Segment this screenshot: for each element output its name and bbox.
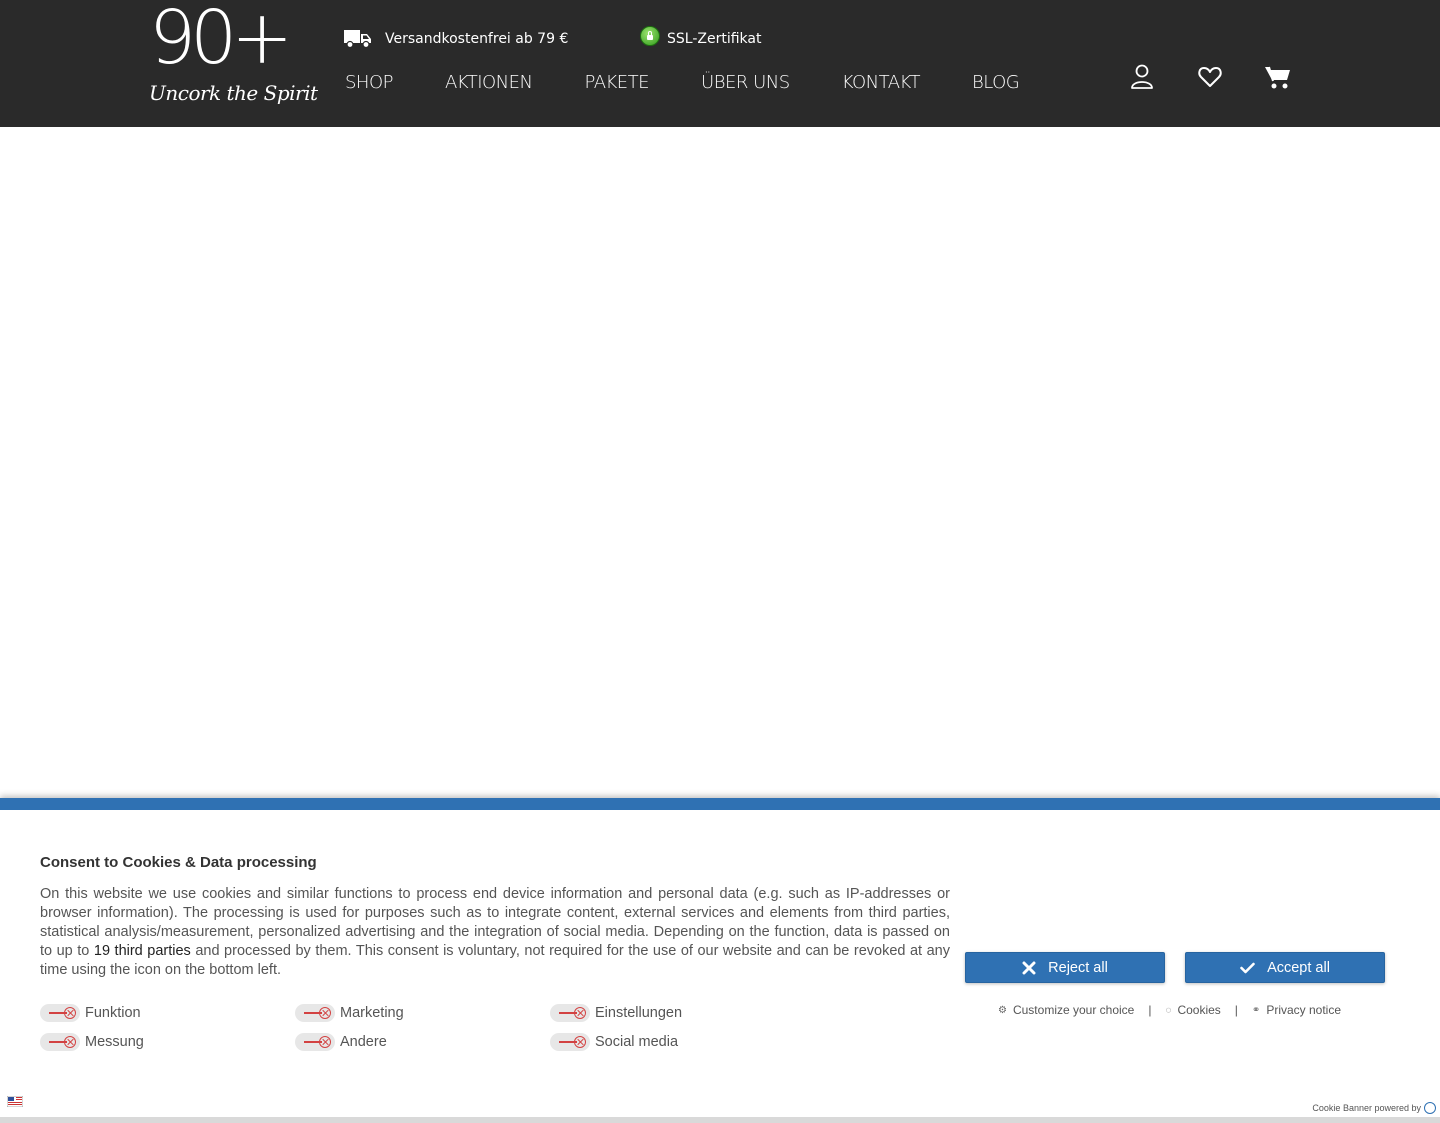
close-icon [1022, 961, 1036, 975]
toggle-off-icon[interactable] [550, 1033, 590, 1051]
checkmark-icon [1240, 962, 1255, 974]
category-label: Marketing [340, 1005, 404, 1021]
shipping-text: Versandkostenfrei ab 79 € [385, 31, 569, 47]
reject-all-label: Reject all [1048, 959, 1108, 976]
category-einstellungen[interactable]: Einstellungen [550, 1003, 682, 1023]
nav-pakete[interactable]: PAKETE [584, 72, 649, 98]
category-andere[interactable]: Andere [295, 1032, 387, 1052]
nav-blog[interactable]: BLOG [972, 72, 1020, 98]
powered-by-text: Cookie Banner powered by [1312, 1103, 1421, 1113]
category-label: Messung [85, 1034, 144, 1050]
toggle-off-icon[interactable] [40, 1033, 80, 1051]
category-marketing[interactable]: Marketing [295, 1003, 404, 1023]
link-separator: | [1234, 1003, 1238, 1017]
provider-logo-icon [1424, 1102, 1436, 1114]
logo-number: 90+ [149, 0, 293, 81]
cookie-icon: ◌ [1165, 1004, 1172, 1016]
logo-tagline: Uncork the Spirit [149, 81, 318, 105]
truck-icon [344, 30, 371, 49]
main-nav: SHOP AKTIONEN PAKETE ÜBER UNS KONTAKT BL… [345, 72, 1071, 98]
ssl-lock-icon [640, 26, 660, 46]
gear-icon: ⚙ [998, 1004, 1007, 1016]
accept-all-label: Accept all [1267, 959, 1330, 976]
user-icon[interactable] [1129, 64, 1155, 90]
ssl-info: SSL-Zertifikat [640, 26, 762, 49]
nav-shop[interactable]: SHOP [345, 72, 393, 98]
category-funktion[interactable]: Funktion [40, 1003, 141, 1023]
banner-links: ⚙ Customize your choice | ◌ Cookies | ⚭ … [998, 1003, 1341, 1017]
banner-bottom-bar [0, 1117, 1440, 1123]
privacy-notice-link[interactable]: ⚭ Privacy notice [1252, 1003, 1341, 1017]
language-flag-icon[interactable] [7, 1096, 23, 1107]
logo[interactable]: 90+ Uncork the Spirit [149, 1, 318, 113]
customize-choice-link[interactable]: ⚙ Customize your choice [998, 1003, 1134, 1017]
banner-title: Consent to Cookies & Data processing [40, 854, 317, 871]
banner-text: On this website we use cookies and simil… [40, 885, 950, 980]
cart-icon[interactable] [1265, 64, 1291, 90]
category-social-media[interactable]: Social media [550, 1032, 678, 1052]
toggle-off-icon[interactable] [295, 1033, 335, 1051]
cookies-label: Cookies [1177, 1003, 1221, 1017]
header-icons [1129, 64, 1291, 90]
category-label: Einstellungen [595, 1005, 683, 1021]
third-parties-link[interactable]: 19 third parties [94, 943, 191, 959]
site-header: 90+ Uncork the Spirit Versandkostenfrei … [0, 0, 1440, 127]
shipping-info: Versandkostenfrei ab 79 € [344, 29, 568, 49]
category-label: Social media [595, 1034, 679, 1050]
powered-by[interactable]: Cookie Banner powered by [1312, 1102, 1436, 1114]
toggle-off-icon[interactable] [40, 1004, 80, 1022]
toggle-off-icon[interactable] [295, 1004, 335, 1022]
nav-ueber-uns[interactable]: ÜBER UNS [701, 72, 790, 98]
heart-icon[interactable] [1197, 64, 1223, 90]
banner-top-bar [0, 798, 1440, 810]
reject-all-button[interactable]: Reject all [965, 952, 1165, 983]
link-icon: ⚭ [1251, 1004, 1261, 1016]
nav-aktionen[interactable]: AKTIONEN [445, 72, 533, 98]
accept-all-button[interactable]: Accept all [1185, 952, 1385, 983]
nav-kontakt[interactable]: KONTAKT [842, 72, 921, 98]
customize-label: Customize your choice [1012, 1003, 1135, 1017]
category-label: Andere [340, 1034, 387, 1050]
privacy-label: Privacy notice [1266, 1003, 1342, 1017]
ssl-text: SSL-Zertifikat [667, 31, 762, 47]
link-separator: | [1148, 1003, 1152, 1017]
cookie-banner: Consent to Cookies & Data processing On … [0, 798, 1440, 1123]
category-messung[interactable]: Messung [40, 1032, 144, 1052]
cookies-link[interactable]: ◌ Cookies [1165, 1003, 1220, 1017]
category-label: Funktion [85, 1005, 141, 1021]
toggle-off-icon[interactable] [550, 1004, 590, 1022]
